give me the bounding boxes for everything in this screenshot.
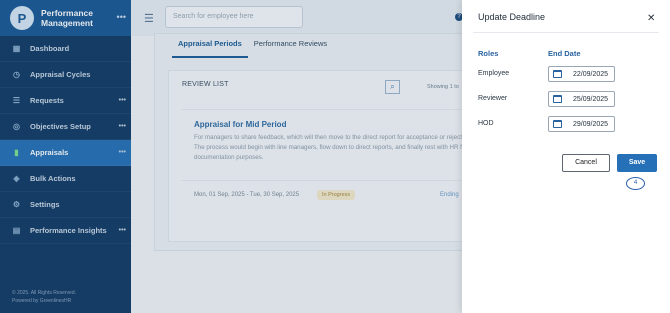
role-label-hod: HOD (478, 120, 494, 127)
employee-end-date-field[interactable]: 22/09/2025 (548, 66, 615, 82)
calendar-icon[interactable] (553, 120, 562, 128)
divider (473, 32, 659, 33)
date-value: 25/09/2025 (573, 95, 609, 103)
close-icon[interactable]: ✕ (647, 13, 655, 24)
reviewer-end-date-field[interactable]: 25/09/2025 (548, 91, 615, 107)
drawer-title: Update Deadline (478, 12, 546, 22)
calendar-icon[interactable] (553, 70, 562, 78)
update-deadline-drawer: Update Deadline ✕ Roles End Date Employe… (462, 0, 670, 313)
role-label-reviewer: Reviewer (478, 95, 508, 102)
date-value: 29/09/2025 (573, 120, 609, 128)
calendar-icon[interactable] (553, 95, 562, 103)
cancel-button[interactable]: Cancel (562, 154, 610, 172)
date-value: 22/09/2025 (573, 70, 609, 78)
step-marker: 4 (626, 177, 645, 190)
roles-column-header: Roles (478, 49, 499, 58)
save-button[interactable]: Save (617, 154, 657, 172)
modal-overlay[interactable] (0, 0, 462, 313)
hod-end-date-field[interactable]: 29/09/2025 (548, 116, 615, 132)
role-label-employee: Employee (478, 70, 510, 77)
end-date-column-header: End Date (548, 49, 581, 58)
